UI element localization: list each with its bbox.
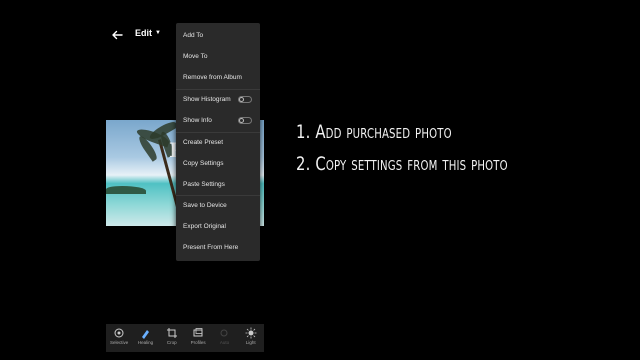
selective-icon xyxy=(114,328,124,338)
menu-item-move-to[interactable]: Move To xyxy=(176,46,260,67)
tool-label: Healing xyxy=(137,340,154,345)
menu-item-label: Add To xyxy=(183,32,204,39)
tool-label: Light xyxy=(245,340,256,345)
menu-item-add-to[interactable]: Add To xyxy=(176,25,260,46)
menu-item-create-preset[interactable]: Create Preset xyxy=(176,132,260,153)
tool-profiles[interactable]: Profiles xyxy=(186,327,210,345)
instruction-step-2: 2. Copy settings from this photo xyxy=(296,153,508,175)
tool-label: Auto xyxy=(219,340,230,345)
light-icon xyxy=(245,327,257,339)
tool-healing[interactable]: Healing xyxy=(133,327,157,345)
instruction-step-1: 1. Add purchased photo xyxy=(296,121,452,143)
edit-toolbar: Selective Healing Crop Profiles Auto Lig… xyxy=(106,324,264,352)
healing-icon xyxy=(142,330,150,339)
menu-item-label: Save to Device xyxy=(183,202,227,209)
tool-label: Selective xyxy=(110,340,129,345)
menu-item-label: Remove from Album xyxy=(183,74,242,81)
caret-down-icon: ▼ xyxy=(155,30,161,36)
edit-dropdown-button[interactable]: Edit ▼ xyxy=(135,28,161,38)
menu-item-present-from-here[interactable]: Present From Here xyxy=(176,237,260,258)
menu-item-label: Export Original xyxy=(183,223,226,230)
menu-item-label: Copy Settings xyxy=(183,160,224,167)
tool-auto[interactable]: Auto xyxy=(212,327,236,345)
tool-label: Profiles xyxy=(190,340,206,345)
auto-icon xyxy=(220,329,228,337)
menu-item-label: Create Preset xyxy=(183,139,224,146)
menu-item-copy-settings[interactable]: Copy Settings xyxy=(176,153,260,174)
menu-item-label: Show Info xyxy=(183,117,212,124)
menu-item-label: Move To xyxy=(183,53,208,60)
menu-item-export-original[interactable]: Export Original xyxy=(176,216,260,237)
tool-crop[interactable]: Crop xyxy=(160,327,184,345)
menu-item-show-histogram[interactable]: Show Histogram xyxy=(176,89,260,110)
menu-item-label: Present From Here xyxy=(183,244,239,251)
menu-item-show-info[interactable]: Show Info xyxy=(176,110,260,131)
instruction-notes: 1. Add purchased photo 2. Copy settings … xyxy=(296,116,568,180)
tool-label: Crop xyxy=(166,340,177,345)
menu-item-paste-settings[interactable]: Paste Settings xyxy=(176,174,260,195)
profiles-icon xyxy=(193,328,203,337)
edit-dropdown-menu: Add To Move To Remove from Album Show Hi… xyxy=(176,23,260,261)
island-shape xyxy=(106,186,146,194)
menu-item-save-to-device[interactable]: Save to Device xyxy=(176,195,260,216)
tool-light[interactable]: Light xyxy=(239,327,263,345)
menu-item-label: Show Histogram xyxy=(183,96,231,103)
back-arrow-icon[interactable] xyxy=(110,28,124,42)
info-toggle[interactable] xyxy=(238,117,252,124)
menu-item-label: Paste Settings xyxy=(183,181,225,188)
edit-label: Edit xyxy=(135,28,152,38)
histogram-toggle[interactable] xyxy=(238,96,252,103)
tool-selective[interactable]: Selective xyxy=(107,327,131,345)
menu-item-remove-from-album[interactable]: Remove from Album xyxy=(176,67,260,88)
crop-icon xyxy=(166,328,177,338)
